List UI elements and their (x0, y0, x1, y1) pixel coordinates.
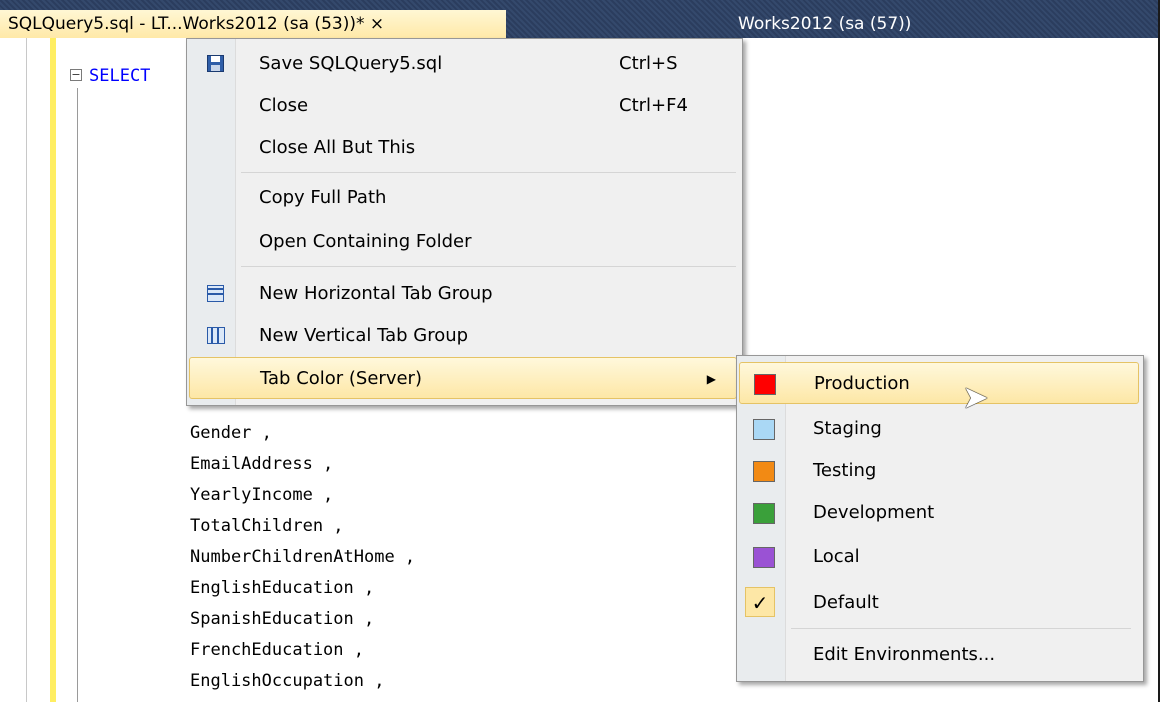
menu-item-edit-environments[interactable]: Edit Environments... (739, 634, 1139, 676)
menu-item-development[interactable]: Development (739, 492, 1139, 534)
menu-item-open-containing-folder[interactable]: Open Containing Folder (189, 221, 737, 263)
save-icon (207, 55, 224, 72)
code-line: FrenchEducation , (190, 640, 364, 660)
vertical-split-icon (207, 327, 225, 344)
tab-sqlquery-other[interactable]: Works2012 (sa (57)) (510, 10, 970, 38)
development-color-swatch (753, 503, 775, 524)
copy-full-path-label: Copy Full Path (259, 187, 387, 208)
document-tab-strip: SQLQuery5.sql - LT...Works2012 (sa (53))… (0, 0, 1160, 38)
code-line: NumberChildrenAtHome , (190, 547, 416, 567)
collapse-outline-icon[interactable]: − (70, 69, 82, 81)
save-shortcut: Ctrl+S (619, 53, 678, 74)
menu-separator (241, 266, 736, 267)
menu-item-staging[interactable]: Staging (739, 408, 1139, 450)
new-vertical-tab-group-label: New Vertical Tab Group (259, 325, 469, 346)
menu-item-testing[interactable]: Testing (739, 450, 1139, 492)
tab-color-submenu: Production Staging Testing Development L… (736, 355, 1144, 682)
code-line: Gender , (190, 423, 272, 443)
development-label: Development (813, 502, 935, 523)
code-line: YearlyIncome , (190, 485, 334, 505)
testing-label: Testing (813, 460, 877, 481)
submenu-arrow-icon: ▶ (706, 372, 716, 386)
mouse-pointer-icon: ➤ (962, 378, 989, 416)
menu-separator (241, 172, 736, 173)
close-label: Close (259, 95, 309, 116)
outline-guide (77, 88, 78, 702)
tab-color-label: Tab Color (Server) (260, 368, 422, 389)
menu-item-production[interactable]: Production (739, 362, 1139, 404)
edit-environments-label: Edit Environments... (813, 644, 996, 665)
gutter-divider (26, 38, 27, 702)
tab-context-menu: Save SQLQuery5.sql Ctrl+S Close Ctrl+F4 … (186, 38, 743, 406)
menu-item-close[interactable]: Close Ctrl+F4 (189, 85, 737, 127)
code-line: EmailAddress , (190, 454, 334, 474)
change-tracking-bar (50, 38, 56, 702)
select-keyword: SELECT (89, 66, 151, 86)
save-label: Save SQLQuery5.sql (259, 53, 443, 74)
code-line: EnglishOccupation , (190, 671, 385, 691)
menu-separator (791, 628, 1131, 629)
local-label: Local (813, 546, 860, 567)
tab-sqlquery5[interactable]: SQLQuery5.sql - LT...Works2012 (sa (53))… (0, 10, 506, 38)
close-all-but-this-label: Close All But This (259, 137, 416, 158)
production-color-swatch (754, 374, 776, 395)
staging-label: Staging (813, 418, 882, 439)
menu-item-new-vertical-tab-group[interactable]: New Vertical Tab Group (189, 315, 737, 357)
menu-item-save[interactable]: Save SQLQuery5.sql Ctrl+S (189, 43, 737, 85)
code-line: EnglishEducation , (190, 578, 375, 598)
horizontal-split-icon (207, 285, 224, 302)
new-horizontal-tab-group-label: New Horizontal Tab Group (259, 283, 493, 304)
close-shortcut: Ctrl+F4 (619, 95, 688, 116)
production-label: Production (814, 373, 910, 394)
menu-item-local[interactable]: Local (739, 536, 1139, 578)
checkmark-icon: ✓ (745, 587, 775, 617)
local-color-swatch (753, 547, 775, 568)
menu-item-tab-color[interactable]: Tab Color (Server) ▶ (189, 357, 737, 399)
menu-item-new-horizontal-tab-group[interactable]: New Horizontal Tab Group (189, 273, 737, 315)
code-line: SpanishEducation , (190, 609, 375, 629)
staging-color-swatch (753, 419, 775, 440)
testing-color-swatch (753, 461, 775, 482)
menu-item-copy-full-path[interactable]: Copy Full Path (189, 177, 737, 219)
menu-item-default[interactable]: ✓ Default (739, 582, 1139, 624)
menu-item-close-all-but-this[interactable]: Close All But This (189, 127, 737, 169)
code-line: TotalChildren , (190, 516, 344, 536)
default-label: Default (813, 592, 879, 613)
open-containing-folder-label: Open Containing Folder (259, 231, 472, 252)
